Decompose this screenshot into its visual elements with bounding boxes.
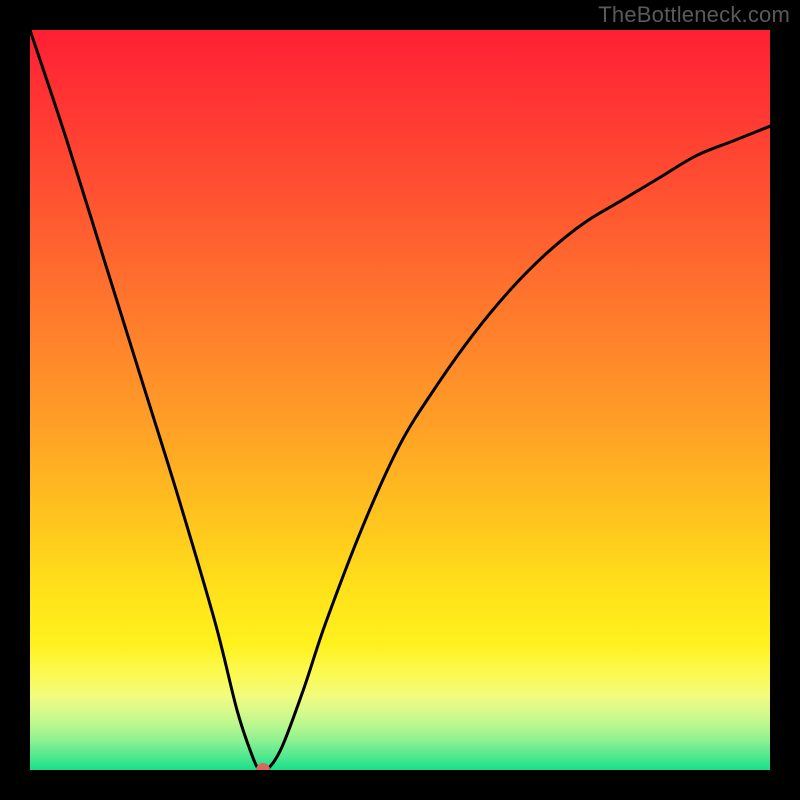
curve-path [30,30,770,770]
plot-area [30,30,770,770]
minimum-marker-dot [256,763,270,770]
watermark-text: TheBottleneck.com [598,2,790,28]
bottleneck-curve [30,30,770,770]
chart-frame: TheBottleneck.com [0,0,800,800]
